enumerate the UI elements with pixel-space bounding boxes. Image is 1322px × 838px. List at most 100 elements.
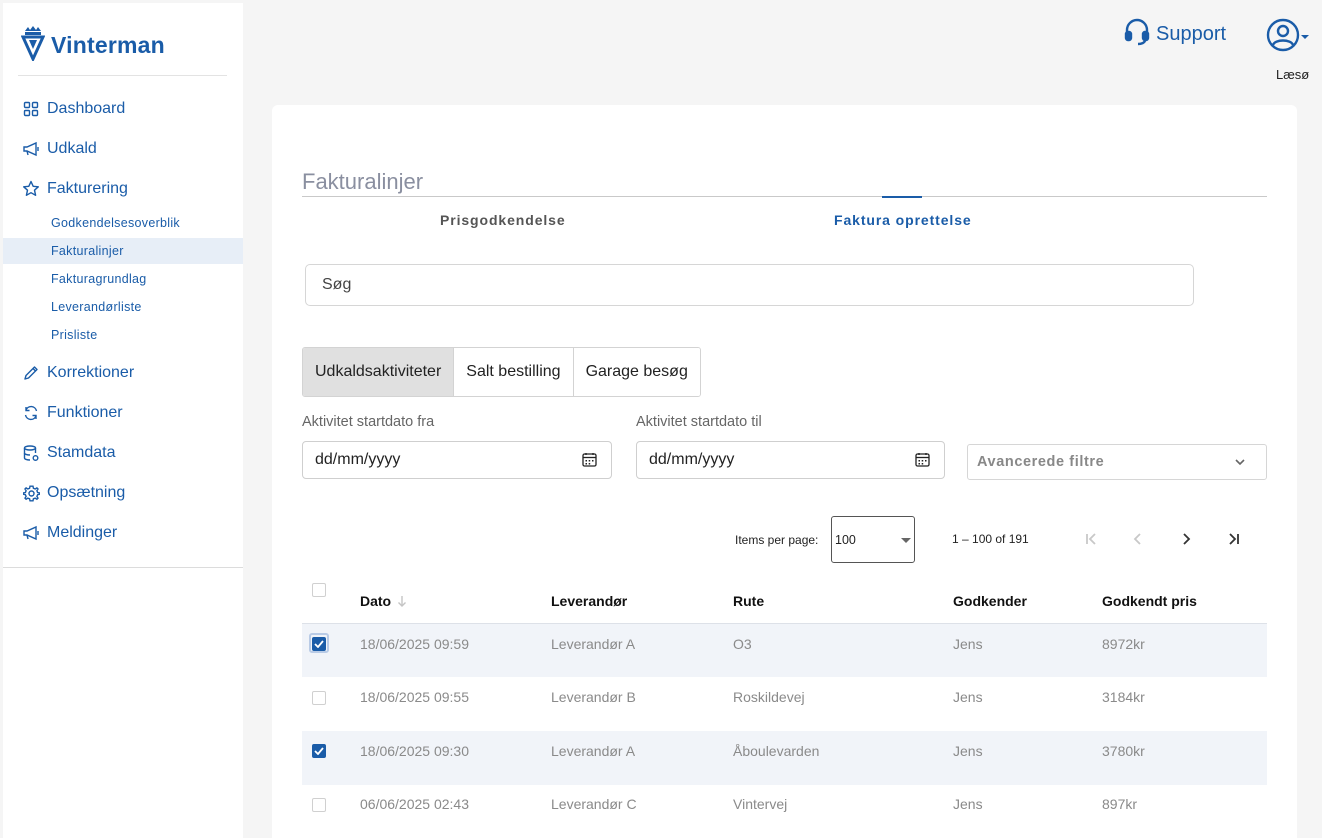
- items-per-page-label: Items per page:: [735, 533, 819, 547]
- column-header-label: Dato: [360, 593, 392, 609]
- tabs-divider: [302, 196, 1267, 197]
- column-header-godkendt-pris[interactable]: Godkendt pris: [1102, 593, 1197, 609]
- chevron-down-icon: [1234, 456, 1246, 472]
- sidebar-item-stamdata[interactable]: Stamdata: [3, 433, 243, 473]
- sidebar-item-meldinger[interactable]: Meldinger: [3, 513, 243, 553]
- sidebar-item-label: Opsætning: [47, 484, 126, 501]
- column-header-leverandor[interactable]: Leverandør: [551, 593, 627, 609]
- items-per-page-select[interactable]: 100: [831, 516, 915, 563]
- divider: [18, 75, 227, 76]
- date-from-input[interactable]: dd/mm/yyyy: [302, 441, 612, 479]
- last-page-button[interactable]: [1224, 529, 1244, 549]
- previous-page-button[interactable]: [1128, 529, 1148, 549]
- cell-godkendt-pris: 897kr: [1102, 796, 1138, 812]
- row-checkbox[interactable]: [312, 637, 326, 651]
- cell-godkendt-pris: 8972kr: [1102, 636, 1145, 652]
- sidebar-item-udkald[interactable]: Udkald: [3, 129, 243, 169]
- megaphone-icon: [22, 140, 40, 158]
- table-row[interactable]: 18/06/2025 09:30 Leverandør A Åboulevard…: [302, 731, 1267, 785]
- sidebar: Vinterman Dashboard Udkald Fakturering G…: [3, 3, 243, 838]
- date-from-label: Aktivitet startdato fra: [302, 414, 435, 430]
- user-name: Læsø: [1276, 67, 1310, 82]
- crown-shield-icon: [20, 25, 46, 66]
- sidebar-item-dashboard[interactable]: Dashboard: [3, 89, 243, 129]
- page-title: Fakturalinjer: [302, 169, 424, 194]
- activity-type-toggle: Udkaldsaktiviteter Salt bestilling Garag…: [302, 347, 701, 397]
- sidebar-item-fakturering[interactable]: Fakturering: [3, 169, 243, 209]
- sidebar-item-funktioner[interactable]: Funktioner: [3, 393, 243, 433]
- row-checkbox[interactable]: [312, 691, 326, 705]
- tab-prisgodkendelse[interactable]: Prisgodkendelse: [440, 212, 566, 228]
- tab-faktura-oprettelse[interactable]: Faktura oprettelse: [834, 212, 972, 228]
- calendar-icon[interactable]: [915, 452, 930, 472]
- next-page-button[interactable]: [1176, 529, 1196, 549]
- row-checkbox[interactable]: [312, 798, 326, 812]
- sidebar-subitem-fakturagrundlag[interactable]: Fakturagrundlag: [3, 266, 243, 292]
- cell-godkender: Jens: [953, 796, 983, 812]
- cell-leverandor: Leverandør A: [551, 636, 636, 652]
- first-page-button[interactable]: [1081, 529, 1101, 549]
- calendar-icon[interactable]: [582, 452, 597, 472]
- sidebar-item-label: Stamdata: [47, 444, 116, 461]
- date-to-placeholder: dd/mm/yyyy: [649, 451, 735, 468]
- page-range-label: 1 – 100 of 191: [952, 532, 1029, 546]
- chevron-left-icon: [1133, 533, 1141, 545]
- column-header-dato[interactable]: Dato: [360, 593, 407, 609]
- sidebar-item-label: Fakturering: [47, 180, 128, 197]
- logo[interactable]: Vinterman: [20, 25, 165, 66]
- cell-rute: Roskildevej: [733, 689, 805, 705]
- sidebar-item-opsaetning[interactable]: Opsætning: [3, 473, 243, 513]
- table-row[interactable]: 06/06/2025 02:43 Leverandør C Vintervej …: [302, 784, 1267, 838]
- sidebar-subitem-godkendelsesoverblik[interactable]: Godkendelsesoverblik: [3, 210, 243, 236]
- active-tab-indicator: [882, 196, 922, 198]
- cell-godkender: Jens: [953, 743, 983, 759]
- segment-garage-besog[interactable]: Garage besøg: [573, 348, 700, 396]
- last-page-icon: [1229, 533, 1239, 545]
- cell-rute: Åboulevarden: [733, 743, 820, 759]
- date-to-label: Aktivitet startdato til: [636, 414, 762, 430]
- star-icon: [22, 180, 40, 198]
- sidebar-item-label: Dashboard: [47, 100, 126, 117]
- cell-godkendt-pris: 3780kr: [1102, 743, 1145, 759]
- gear-icon: [22, 484, 40, 502]
- cell-rute: O3: [733, 636, 752, 652]
- segment-udkaldsaktiviteter[interactable]: Udkaldsaktiviteter: [303, 348, 455, 396]
- sidebar-item-label: Funktioner: [47, 404, 123, 421]
- megaphone-icon: [22, 524, 40, 542]
- items-per-page-value: 100: [835, 532, 856, 547]
- row-checkbox[interactable]: [312, 744, 326, 758]
- sidebar-subitem-leverandorliste[interactable]: Leverandørliste: [3, 294, 243, 320]
- table-row[interactable]: 18/06/2025 09:55 Leverandør B Roskildeve…: [302, 677, 1267, 731]
- cell-godkendt-pris: 3184kr: [1102, 689, 1145, 705]
- table-row[interactable]: 18/06/2025 09:59 Leverandør A O3 Jens 89…: [302, 623, 1267, 677]
- sort-arrow-down-icon: [397, 595, 407, 607]
- cell-leverandor: Leverandør A: [551, 743, 636, 759]
- cell-dato: 06/06/2025 02:43: [360, 796, 469, 812]
- date-to-input[interactable]: dd/mm/yyyy: [636, 441, 945, 479]
- sidebar-subitem-prisliste[interactable]: Prisliste: [3, 322, 243, 348]
- column-header-rute[interactable]: Rute: [733, 593, 764, 609]
- cell-godkender: Jens: [953, 636, 983, 652]
- sidebar-item-label: Udkald: [47, 140, 97, 157]
- sidebar-subitem-fakturalinjer[interactable]: Fakturalinjer: [3, 238, 243, 264]
- divider: [3, 567, 243, 568]
- grid-icon: [22, 100, 40, 118]
- headset-icon: [1124, 18, 1150, 51]
- select-all-checkbox[interactable]: [312, 583, 326, 597]
- cell-leverandor: Leverandør B: [551, 689, 636, 705]
- user-menu-button[interactable]: [1266, 18, 1310, 57]
- cell-godkender: Jens: [953, 689, 983, 705]
- sidebar-item-korrektioner[interactable]: Korrektioner: [3, 353, 243, 393]
- date-from-placeholder: dd/mm/yyyy: [315, 451, 401, 468]
- search-input[interactable]: [305, 264, 1194, 306]
- checkmark-icon: [314, 747, 324, 755]
- first-page-icon: [1086, 533, 1096, 545]
- advanced-filters-label: Avancerede filtre: [977, 454, 1105, 470]
- refresh-icon: [22, 404, 40, 422]
- support-button[interactable]: Support: [1124, 18, 1226, 51]
- caret-down-icon: [1300, 29, 1310, 47]
- segment-salt-bestilling[interactable]: Salt bestilling: [454, 348, 574, 396]
- advanced-filters-dropdown[interactable]: Avancerede filtre: [967, 444, 1267, 480]
- database-icon: [22, 444, 40, 462]
- column-header-godkender[interactable]: Godkender: [953, 593, 1027, 609]
